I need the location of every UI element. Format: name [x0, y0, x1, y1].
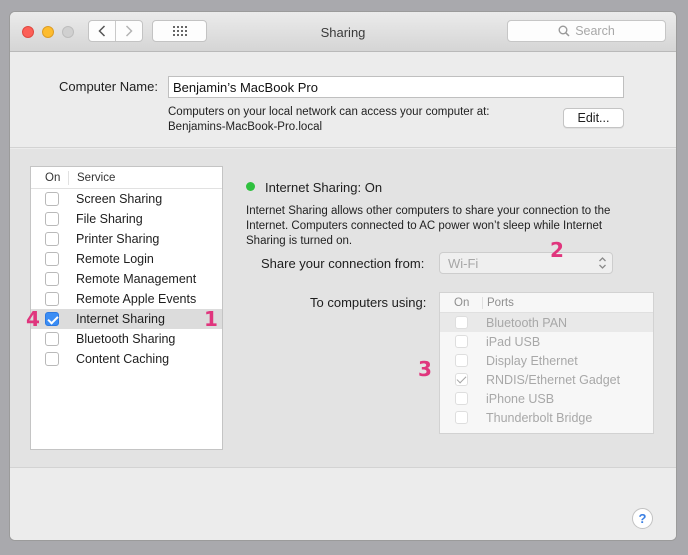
- port-label: iPhone USB: [486, 391, 555, 406]
- service-label: Remote Login: [76, 252, 154, 266]
- port-checkbox: [455, 373, 468, 386]
- service-checkbox[interactable]: [45, 212, 59, 226]
- port-label: iPad USB: [486, 334, 541, 349]
- port-checkbox: [455, 411, 468, 424]
- search-icon: [558, 25, 570, 37]
- status-title: Internet Sharing: On: [265, 180, 383, 195]
- port-rows: Bluetooth PAN iPad USB Display Ethernet RND…: [440, 313, 653, 427]
- edit-button[interactable]: Edit...: [563, 108, 624, 128]
- computer-name-section: Computer Name: Benjamin’s MacBook Pro Co…: [10, 53, 676, 148]
- service-label: Bluetooth Sharing: [76, 332, 176, 346]
- annotation-3: 3: [418, 357, 432, 381]
- sharing-window: Sharing Search Computer Name: Benjamin’s…: [10, 12, 676, 540]
- port-checkbox: [455, 335, 468, 348]
- service-row[interactable]: Bluetooth Sharing: [31, 329, 222, 349]
- annotation-1: 1: [204, 307, 218, 331]
- service-checkbox[interactable]: [45, 272, 59, 286]
- annotation-4: 4: [26, 307, 40, 331]
- help-button[interactable]: ?: [632, 508, 653, 529]
- service-label: Remote Apple Events: [76, 292, 197, 306]
- share-from-label: Share your connection from:: [261, 256, 425, 271]
- column-header-service: Service: [68, 170, 115, 185]
- port-checkbox: [455, 354, 468, 367]
- share-from-value: Wi-Fi: [448, 256, 479, 271]
- column-header-on: On: [454, 296, 470, 309]
- service-label: File Sharing: [76, 212, 143, 226]
- computer-name-label: Computer Name:: [59, 79, 158, 94]
- service-checkbox[interactable]: [45, 332, 59, 346]
- computer-name-input[interactable]: Benjamin’s MacBook Pro: [168, 76, 624, 98]
- port-label: Thunderbolt Bridge: [486, 410, 593, 425]
- service-row[interactable]: File Sharing: [31, 209, 222, 229]
- service-list: On Service Screen Sharing File Sharing Pri…: [30, 166, 223, 450]
- sharing-main-panel: On Service Screen Sharing File Sharing Pri…: [10, 149, 676, 467]
- annotation-2: 2: [550, 238, 564, 262]
- status-indicator: [246, 182, 255, 191]
- bottom-bar: ?: [10, 467, 676, 540]
- share-from-select[interactable]: Wi-Fi: [439, 252, 613, 274]
- service-checkbox[interactable]: [45, 292, 59, 306]
- service-label: Content Caching: [76, 352, 170, 366]
- service-list-header: On Service: [31, 167, 222, 189]
- port-row: iPhone USB: [440, 389, 653, 408]
- service-label: Remote Management: [76, 272, 197, 286]
- port-checkbox: [455, 316, 468, 329]
- service-row[interactable]: Content Caching: [31, 349, 222, 369]
- port-label: RNDIS/Ethernet Gadget: [486, 372, 621, 387]
- service-checkbox[interactable]: [45, 312, 59, 326]
- service-checkbox[interactable]: [45, 252, 59, 266]
- port-label: Bluetooth PAN: [486, 315, 568, 330]
- service-row[interactable]: Screen Sharing: [31, 189, 222, 209]
- address-info-line: Computers on your local network can acce…: [168, 106, 490, 118]
- service-description: Internet Sharing allows other computers …: [246, 205, 611, 247]
- service-rows: Screen Sharing File Sharing Printer Sharin…: [31, 189, 222, 369]
- column-header-on: On: [45, 171, 61, 184]
- port-checkbox: [455, 392, 468, 405]
- port-row: iPad USB: [440, 332, 653, 351]
- port-row: Thunderbolt Bridge: [440, 408, 653, 427]
- to-computers-label: To computers using:: [310, 295, 427, 310]
- column-header-ports: Ports: [482, 296, 514, 309]
- title-bar: Sharing Search: [10, 12, 676, 52]
- ports-list: On Ports Bluetooth PAN iPad USB Display Et…: [439, 292, 654, 434]
- service-checkbox[interactable]: [45, 352, 59, 366]
- search-placeholder: Search: [575, 24, 615, 38]
- ports-list-header: On Ports: [440, 293, 653, 313]
- computer-address-info: Computers on your local network can acce…: [168, 105, 490, 135]
- local-hostname: Benjamins-MacBook-Pro.local: [168, 121, 323, 133]
- service-checkbox[interactable]: [45, 232, 59, 246]
- service-checkbox[interactable]: [45, 192, 59, 206]
- service-label: Internet Sharing: [76, 312, 165, 326]
- service-row[interactable]: Printer Sharing: [31, 229, 222, 249]
- service-label: Screen Sharing: [76, 192, 163, 206]
- port-row: Display Ethernet: [440, 351, 653, 370]
- service-label: Printer Sharing: [76, 232, 160, 246]
- service-row[interactable]: Internet Sharing: [31, 309, 222, 329]
- search-field[interactable]: Search: [507, 20, 666, 42]
- service-row[interactable]: Remote Login: [31, 249, 222, 269]
- service-row[interactable]: Remote Management: [31, 269, 222, 289]
- port-row: Bluetooth PAN: [440, 313, 653, 332]
- port-label: Display Ethernet: [486, 353, 578, 368]
- chevron-up-down-icon: [599, 257, 606, 269]
- port-row: RNDIS/Ethernet Gadget: [440, 370, 653, 389]
- service-row[interactable]: Remote Apple Events: [31, 289, 222, 309]
